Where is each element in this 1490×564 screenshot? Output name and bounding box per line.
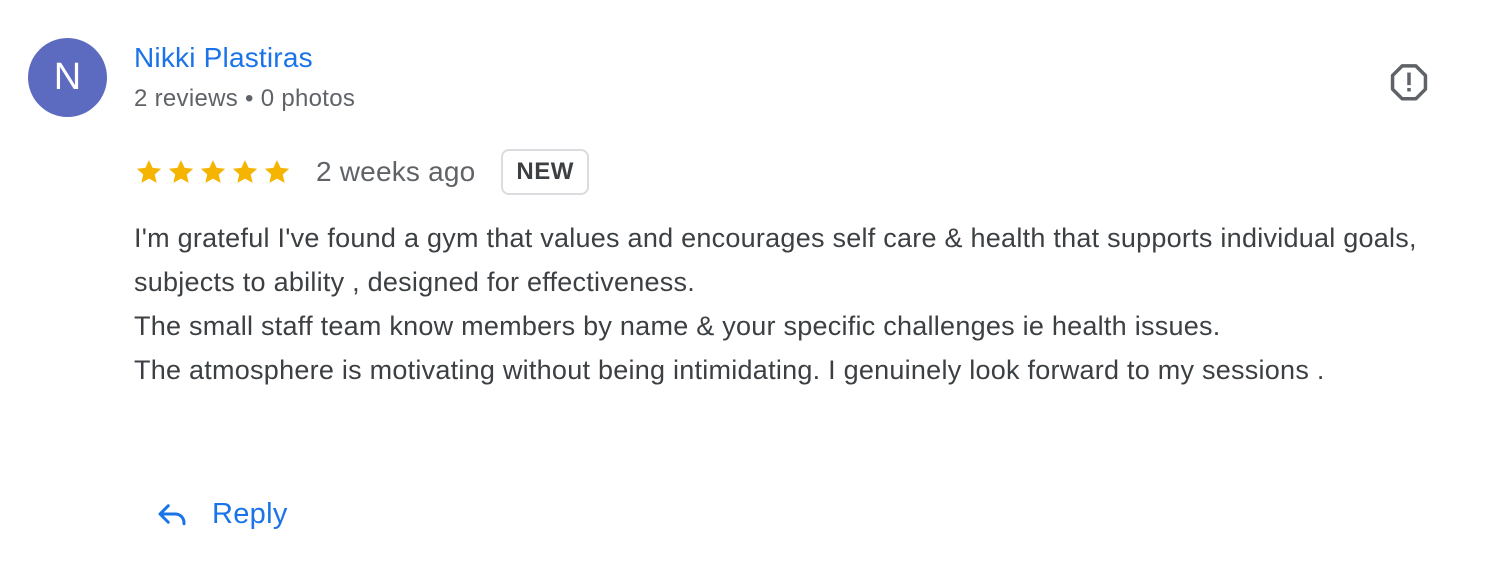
star-icon [264, 160, 290, 183]
review-paragraph: The atmosphere is motivating without bei… [134, 355, 1325, 385]
reply-button[interactable]: Reply [140, 484, 302, 544]
reviewer-meta: 2 reviews • 0 photos [134, 85, 356, 112]
avatar-letter: N [53, 56, 82, 98]
reply-label: Reply [212, 497, 288, 530]
review-paragraph: I'm grateful I've found a gym that value… [134, 223, 1417, 297]
reviewer-name[interactable]: Nikki Plastiras [134, 42, 313, 74]
report-icon [1390, 64, 1428, 101]
avatar[interactable]: N [28, 38, 107, 117]
star-rating [134, 157, 292, 187]
star-icon [200, 160, 226, 183]
reply-icon [158, 504, 186, 526]
rating-row: 2 weeks ago NEW [134, 147, 589, 197]
review-text: I'm grateful I've found a gym that value… [134, 216, 1434, 392]
star-icon [168, 160, 194, 183]
review-card: N Nikki Plastiras 2 reviews • 0 photos 2… [0, 0, 1490, 564]
review-paragraph: The small staff team know members by nam… [134, 311, 1221, 341]
review-date: 2 weeks ago [316, 156, 476, 187]
new-badge: NEW [501, 149, 589, 195]
star-icon [136, 160, 162, 183]
report-button[interactable] [1385, 58, 1433, 106]
star-icon [232, 160, 258, 183]
